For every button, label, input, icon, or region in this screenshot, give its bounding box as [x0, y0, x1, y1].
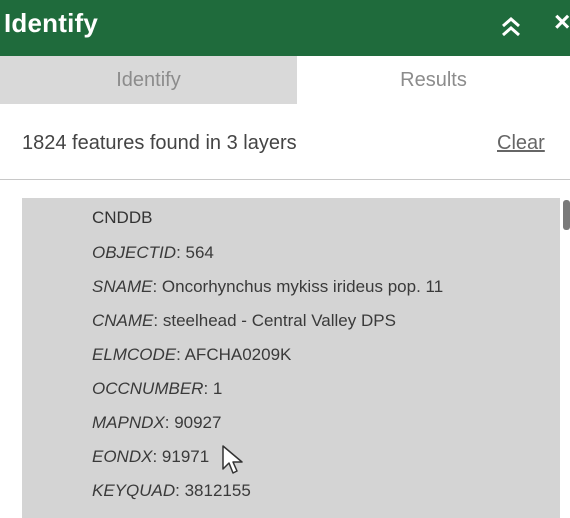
attribute-row: OBJECTID: 564 — [92, 243, 214, 263]
attribute-key: MAPNDX — [92, 413, 165, 432]
attribute-row: KEYQUAD: 3812155 — [92, 481, 251, 501]
attribute-key: EONDX — [92, 447, 153, 466]
tab-bar: Identify Results — [0, 56, 570, 104]
attribute-value: 90927 — [174, 413, 222, 432]
attribute-value: steelhead - Central Valley DPS — [162, 311, 396, 330]
attribute-row: EONDX: 91971 — [92, 447, 209, 467]
layer-name: CNDDB — [92, 208, 153, 227]
attribute-row: OCCNUMBER: 1 — [92, 379, 222, 399]
attribute-separator: : — [175, 481, 185, 500]
attribute-value: 3812155 — [184, 481, 251, 500]
attribute-key: SNAME — [92, 277, 153, 296]
attribute-key: CNAME — [92, 311, 154, 330]
attribute-key: OBJECTID — [92, 243, 177, 262]
attribute-separator: : — [176, 345, 185, 364]
attribute-value: Oncorhynchus mykiss irideus pop. 11 — [161, 277, 444, 296]
identify-panel: Identify × Identify Results 1824 feature… — [0, 0, 570, 518]
attribute-separator: : — [152, 447, 162, 466]
attribute-row: MAPNDX: 90927 — [92, 413, 221, 433]
mouse-pointer-icon — [222, 445, 243, 474]
double-chevron-up-icon[interactable] — [498, 14, 524, 40]
attribute-separator: : — [176, 243, 186, 262]
attribute-key: OCCNUMBER — [92, 379, 204, 398]
attribute-separator: : — [203, 379, 213, 398]
tab-identify[interactable]: Identify — [0, 56, 297, 104]
tab-results[interactable]: Results — [297, 56, 570, 104]
attribute-row: CNAME: steelhead - Central Valley DPS — [92, 311, 396, 331]
result-item[interactable]: CNDDB OBJECTID: 564 SNAME: Oncorhynchus … — [22, 198, 560, 518]
attribute-value: 1 — [212, 379, 223, 398]
attribute-value: 91971 — [161, 447, 210, 466]
attribute-separator: : — [164, 413, 175, 432]
attribute-row: SNAME: Oncorhynchus mykiss irideus pop. … — [92, 277, 443, 297]
results-summary: 1824 features found in 3 layers Clear — [0, 104, 570, 180]
attribute-key: KEYQUAD — [92, 481, 176, 500]
attribute-key: ELMCODE — [92, 345, 177, 364]
panel-title: Identify — [4, 8, 99, 38]
attribute-separator: : — [153, 311, 163, 330]
attribute-value: 564 — [185, 243, 214, 262]
panel-header: Identify × — [0, 0, 570, 56]
attribute-row: ELMCODE: AFCHA0209K — [92, 345, 291, 365]
scrollbar-thumb[interactable] — [563, 200, 570, 230]
close-icon[interactable]: × — [554, 8, 570, 36]
clear-link[interactable]: Clear — [497, 132, 545, 155]
features-found-text: 1824 features found in 3 layers — [22, 132, 297, 154]
attribute-separator: : — [152, 277, 162, 296]
attribute-value: AFCHA0209K — [184, 345, 292, 364]
